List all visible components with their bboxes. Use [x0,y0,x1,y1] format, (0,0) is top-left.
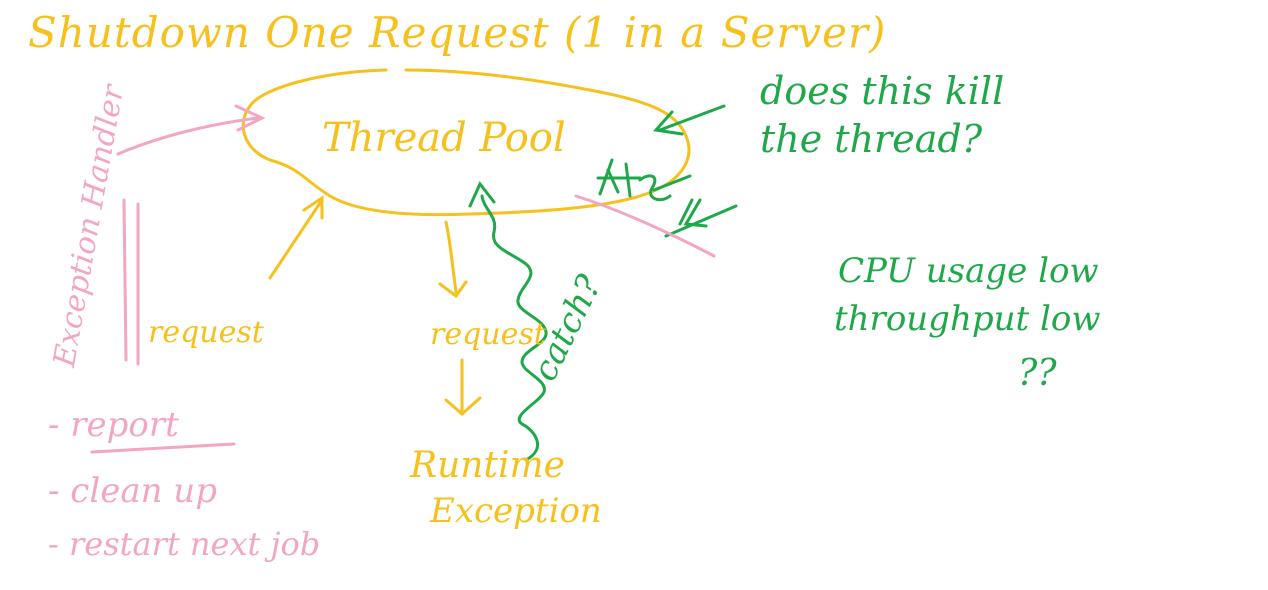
whiteboard-canvas: Shutdown One Request (1 in a Server) Thr… [0,0,1268,590]
question-kill-line-2: the thread? [760,117,983,161]
arrow-pool-to-request-mid [438,220,468,299]
handler-step-clean-up: - clean up [48,471,217,511]
request-mid-label: request [430,317,546,352]
handler-step-report: - report [48,405,179,445]
handler-bracket [122,198,140,366]
arrow-request-left-to-pool [268,195,324,280]
handler-step-restart: - restart next job [48,525,321,563]
runtime-exception-line-1: Runtime [410,445,565,486]
runtime-exception-line-2: Exception [430,491,602,531]
question-kill-line-1: does this kill [760,69,1005,113]
request-left-label: request [148,315,264,350]
diagram-title: Shutdown One Request (1 in a Server) [28,8,887,57]
crossed-marks [596,158,738,238]
arrow-handler-to-pool [116,104,266,156]
arrow-question-to-pool [653,104,726,136]
thread-pool-label: Thread Pool [322,115,566,161]
report-underline [90,442,236,454]
cpu-note-line-2: throughput low [834,299,1101,339]
arrow-request-to-runtime [444,358,482,416]
cpu-question: ?? [1018,353,1057,394]
cpu-note-line-1: CPU usage low [838,251,1099,291]
